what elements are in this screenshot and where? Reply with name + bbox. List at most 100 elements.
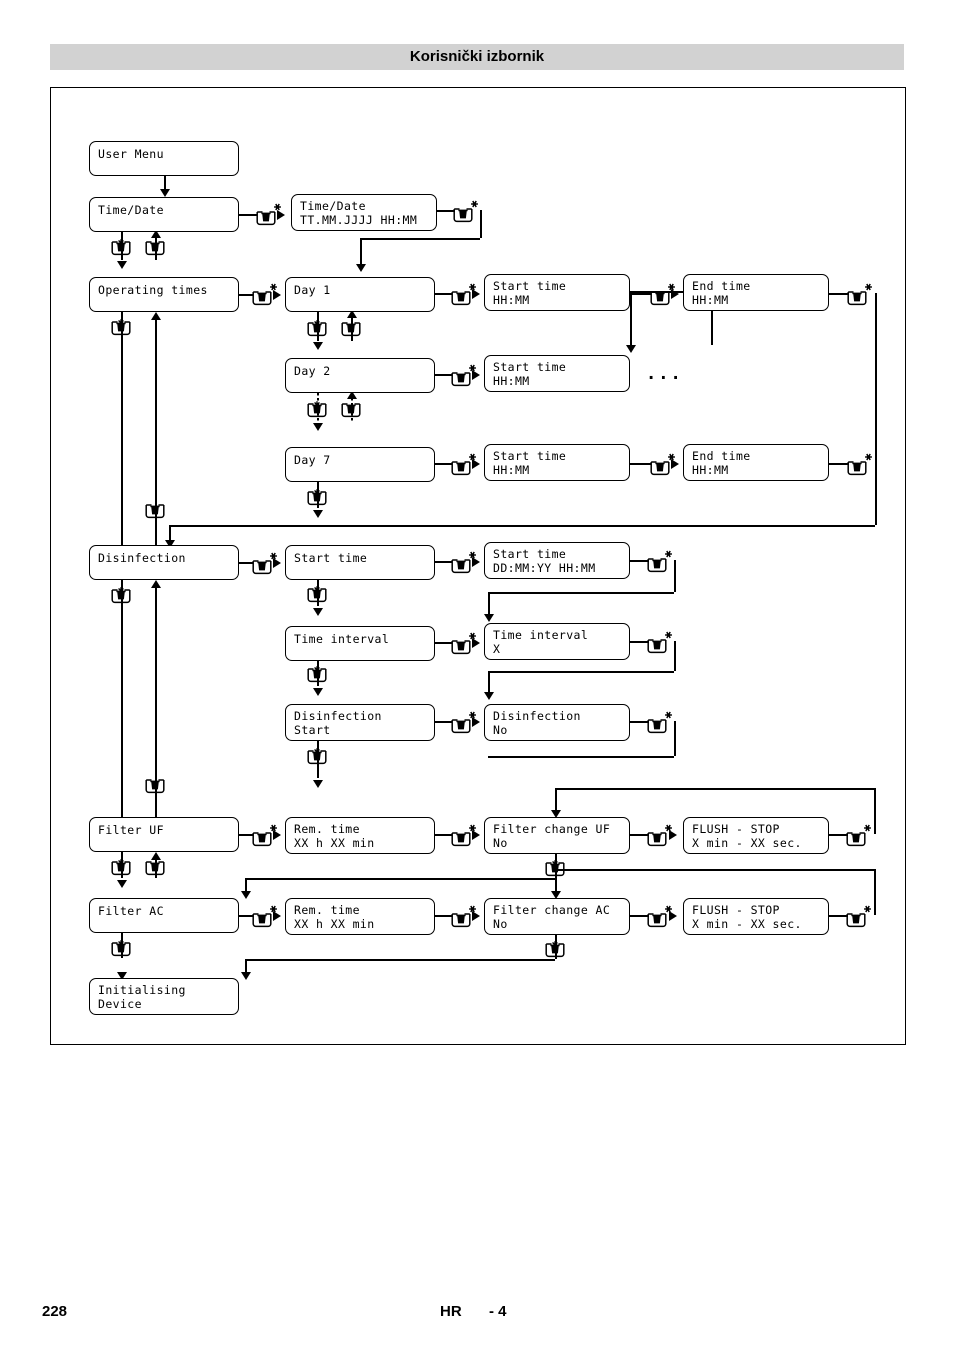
lcd-disinfection[interactable]: Disinfection — [89, 545, 239, 580]
lcd-line-2: X min - XX sec. — [692, 916, 802, 931]
hand-press-button-down-icon[interactable] — [111, 858, 131, 879]
hand-press-button-down-icon[interactable] — [307, 400, 327, 421]
connector-line-horizontal — [435, 915, 452, 917]
arrow-down-icon — [483, 692, 494, 700]
lcd-time-date-value[interactable]: Time/Date TT.MM.JJJJ HH:MM — [291, 194, 437, 231]
user-menu-flow-diagram: User Menu Time/Date Time/Date TT.MM.JJJJ… — [50, 87, 906, 1045]
lcd-line-2: HH:MM — [692, 462, 729, 477]
lcd-line-2: No — [493, 835, 508, 850]
lcd-filter-change-ac[interactable]: Filter change AC No — [484, 898, 630, 935]
lcd-time-interval-value[interactable]: Time interval X — [484, 623, 630, 660]
lcd-line-1: Day 7 — [294, 453, 331, 467]
hand-press-button-up-icon[interactable] — [341, 400, 361, 421]
lcd-line-1: Time/Date — [98, 203, 164, 217]
lcd-line-2: Start — [294, 722, 331, 737]
lcd-operating-times[interactable]: Operating times — [89, 277, 239, 312]
arrow-down-icon — [355, 264, 366, 272]
arrow-down-icon — [312, 510, 323, 518]
lcd-line-1: Disinfection — [493, 709, 581, 723]
hand-press-button-star-icon[interactable] — [847, 282, 874, 309]
lcd-line-1: End time — [692, 279, 751, 293]
connector-line-vertical — [674, 560, 676, 592]
hand-press-button-star-icon[interactable] — [453, 199, 480, 226]
hand-press-button-down-icon[interactable] — [545, 940, 565, 961]
hand-press-button-star-icon[interactable] — [846, 904, 873, 931]
connector-line-vertical — [169, 525, 171, 540]
arrow-down-icon — [312, 423, 323, 431]
hand-press-button-down-icon[interactable] — [307, 319, 327, 340]
lcd-line-1: End time — [692, 449, 751, 463]
lcd-filter-uf[interactable]: Filter UF — [89, 817, 239, 852]
lcd-line-1: Day 1 — [294, 283, 331, 297]
lcd-ac-remaining-time[interactable]: Rem. time XX h XX min — [285, 898, 435, 935]
hand-press-button-up-icon[interactable] — [145, 238, 165, 259]
lcd-day-2-start-time[interactable]: Start time HH:MM — [484, 355, 630, 392]
connector-line-horizontal — [239, 294, 253, 296]
lcd-day-1-start-time[interactable]: Start time HH:MM — [484, 274, 630, 311]
connector-line-horizontal — [360, 238, 480, 240]
lcd-ac-flush-stop[interactable]: FLUSH - STOP X min - XX sec. — [683, 898, 829, 935]
hand-press-button-down-icon[interactable] — [307, 488, 327, 509]
lcd-user-menu[interactable]: User Menu — [89, 141, 239, 176]
lcd-line-2: X min - XX sec. — [692, 835, 802, 850]
arrow-down-icon — [312, 780, 323, 788]
hand-press-button-star-icon[interactable] — [846, 823, 873, 850]
lcd-uf-remaining-time[interactable]: Rem. time XX h XX min — [285, 817, 435, 854]
hand-press-button-star-icon[interactable] — [647, 710, 674, 737]
lcd-line-1: Initialising — [98, 983, 186, 997]
lcd-filter-ac[interactable]: Filter AC — [89, 898, 239, 933]
lcd-initialising-device[interactable]: Initialising Device — [89, 978, 239, 1015]
lcd-line-1: Start time — [294, 551, 368, 565]
hand-press-button-down-icon[interactable] — [111, 586, 131, 607]
lcd-disinfection-start-menu[interactable]: Disinfection Start — [285, 704, 435, 741]
hand-press-button-up-icon[interactable] — [145, 858, 165, 879]
connector-line-vertical — [674, 721, 676, 756]
hand-press-button-down-icon[interactable] — [111, 939, 131, 960]
hand-press-button-up-icon[interactable] — [145, 776, 165, 797]
connector-line-vertical — [480, 210, 482, 238]
lcd-day-7-end-time[interactable]: End time HH:MM — [683, 444, 829, 481]
connector-line-horizontal — [239, 214, 257, 216]
lcd-line-1: Time interval — [294, 632, 390, 646]
hand-press-button-star-icon[interactable] — [647, 549, 674, 576]
arrow-right-icon — [273, 910, 281, 921]
connector-line-horizontal — [169, 525, 875, 527]
lcd-uf-flush-stop[interactable]: FLUSH - STOP X min - XX sec. — [683, 817, 829, 854]
connector-line-horizontal — [239, 562, 253, 564]
arrow-down-icon — [312, 342, 323, 350]
lcd-line-2: XX h XX min — [294, 835, 375, 850]
lcd-line-1: FLUSH - STOP — [692, 822, 780, 836]
lcd-day-7[interactable]: Day 7 — [285, 447, 435, 482]
lcd-day-1-end-time[interactable]: End time HH:MM — [683, 274, 829, 311]
lcd-line-2: X — [493, 641, 501, 656]
lcd-day-1[interactable]: Day 1 — [285, 277, 435, 312]
hand-press-button-down-icon[interactable] — [307, 585, 327, 606]
lcd-line-1: Time interval — [493, 628, 589, 642]
hand-press-button-down-icon[interactable] — [307, 665, 327, 686]
hand-press-button-up-icon[interactable] — [145, 501, 165, 522]
hand-press-button-down-icon[interactable] — [111, 318, 131, 339]
lcd-disinfection-start-time-value[interactable]: Start time DD:MM:YY HH:MM — [484, 542, 630, 579]
lcd-line-1: Start time — [493, 449, 567, 463]
lcd-time-interval[interactable]: Time interval — [285, 626, 435, 661]
hand-press-button-down-icon[interactable] — [111, 238, 131, 259]
lcd-time-date[interactable]: Time/Date — [89, 197, 239, 232]
connector-line-horizontal — [435, 642, 452, 644]
lcd-day-7-start-time[interactable]: Start time HH:MM — [484, 444, 630, 481]
footer-section-number: - 4 — [489, 1303, 507, 1320]
arrow-right-icon — [273, 557, 281, 568]
hand-press-button-star-icon[interactable] — [647, 630, 674, 657]
lcd-line-2: No — [493, 916, 508, 931]
arrow-up-icon — [150, 580, 161, 588]
lcd-line-1: Filter change AC — [493, 903, 611, 917]
lcd-day-2[interactable]: Day 2 — [285, 358, 435, 393]
connector-line-vertical — [555, 788, 557, 810]
connector-line-vertical — [875, 463, 877, 525]
lcd-disinfection-no[interactable]: Disinfection No — [484, 704, 630, 741]
arrow-up-icon — [150, 312, 161, 320]
hand-press-button-up-icon[interactable] — [341, 319, 361, 340]
lcd-filter-change-uf[interactable]: Filter change UF No — [484, 817, 630, 854]
lcd-disinfection-start-time[interactable]: Start time — [285, 545, 435, 580]
hand-press-button-star-icon[interactable] — [847, 452, 874, 479]
hand-press-button-down-icon[interactable] — [307, 747, 327, 768]
